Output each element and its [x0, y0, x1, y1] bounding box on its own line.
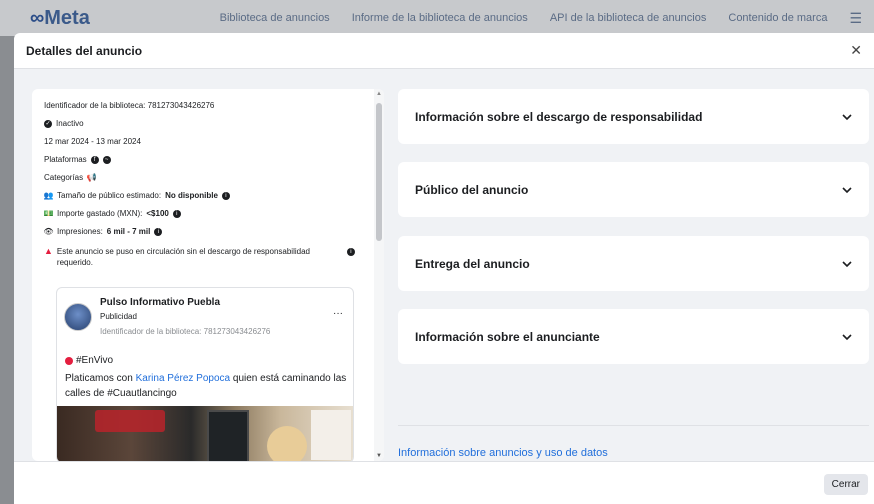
chevron-down-icon: [842, 113, 852, 120]
status-text: Inactivo: [56, 119, 84, 128]
money-icon: 💵: [43, 209, 54, 218]
status-line: ✓ Inactivo: [44, 119, 84, 128]
image-sign: [95, 410, 165, 432]
spend-label: Importe gastado (MXN):: [57, 209, 143, 218]
ads-data-use-link[interactable]: Información sobre anuncios y uso de dato…: [398, 447, 608, 459]
image-door: [207, 410, 249, 461]
spend-value: <$100: [146, 209, 169, 218]
ad-image[interactable]: [57, 406, 353, 461]
scroll-thumb[interactable]: [376, 103, 382, 241]
sponsored-label: Publicidad: [100, 312, 137, 321]
details-scrollbar[interactable]: ▲ ▼: [374, 89, 384, 461]
disclaimer-warning: ▲ Este anuncio se puso en circulación si…: [44, 246, 364, 268]
page-name[interactable]: Pulso Informativo Puebla: [100, 297, 220, 308]
megaphone-icon: 📢: [86, 173, 97, 182]
audience-label: Tamaño de público estimado:: [57, 191, 162, 200]
meta-logo[interactable]: ∞ Meta: [30, 7, 90, 30]
info-icon[interactable]: i: [172, 209, 181, 218]
library-id: Identificador de la biblioteca: 78127304…: [44, 101, 215, 110]
chevron-down-icon: [842, 186, 852, 193]
info-icon[interactable]: i: [346, 248, 355, 256]
modal-body: Identificador de la biblioteca: 78127304…: [14, 69, 874, 461]
close-button[interactable]: Cerrar: [823, 474, 868, 495]
image-menu-board: [311, 410, 351, 460]
accordion-delivery[interactable]: Entrega del anuncio: [398, 236, 869, 291]
accordion-title: Público del anuncio: [415, 182, 529, 197]
close-icon[interactable]: ✕: [850, 42, 862, 59]
impressions-value: 6 mil - 7 mil: [106, 227, 151, 236]
more-options-icon[interactable]: ···: [333, 308, 343, 319]
accordion-audience[interactable]: Público del anuncio: [398, 162, 869, 217]
impressions-line: 👁 Impresiones: 6 mil - 7 mil i: [43, 227, 163, 236]
ad-library-id: Identificador de la biblioteca: 78127304…: [100, 327, 271, 336]
live-tag: #EnVivo: [65, 355, 113, 366]
nav-link-ad-library-report[interactable]: Informe de la biblioteca de anuncios: [352, 12, 528, 24]
nav-link-branded-content[interactable]: Contenido de marca: [728, 12, 827, 24]
modal-header: Detalles del anuncio ✕: [14, 33, 874, 69]
info-icon[interactable]: i: [221, 191, 230, 200]
warning-text: Este anuncio se puso en circulación sin …: [56, 247, 310, 267]
audience-value: No disponible: [165, 191, 218, 200]
accordion-title: Entrega del anuncio: [415, 256, 530, 271]
modal-title: Detalles del anuncio: [26, 43, 143, 58]
section-divider: [398, 425, 869, 426]
platforms-line: Plataformas f ~: [44, 155, 111, 164]
live-dot-icon: [65, 356, 73, 365]
categories-label: Categorías: [44, 173, 84, 182]
image-object: [267, 426, 307, 461]
accordion-disclaimer[interactable]: Información sobre el descargo de respons…: [398, 89, 869, 144]
menu-icon[interactable]: ☰: [849, 10, 862, 27]
meta-infinity-icon: ∞: [30, 6, 44, 29]
ad-body-text: Platicamos con Karina Pérez Popoca quien…: [65, 373, 347, 399]
nav-links: Biblioteca de anuncios Informe de la bib…: [220, 10, 862, 27]
eye-icon: 👁: [43, 227, 54, 236]
chevron-down-icon: [842, 260, 852, 267]
accordion-title: Información sobre el anunciante: [415, 329, 600, 344]
nav-link-ad-library[interactable]: Biblioteca de anuncios: [220, 12, 330, 24]
modal-footer: Cerrar: [14, 461, 874, 504]
spend-line: 💵 Importe gastado (MXN): <$100 i: [44, 209, 181, 218]
platforms-label: Plataformas: [44, 155, 87, 164]
categories-line: Categorías 📢: [44, 173, 97, 182]
people-icon: 👥: [43, 191, 54, 200]
mention-link[interactable]: Karina Pérez Popoca: [136, 373, 231, 384]
page-avatar[interactable]: [64, 303, 92, 331]
scroll-down-icon[interactable]: ▼: [376, 453, 382, 459]
facebook-icon: f: [90, 155, 99, 164]
nav-link-ad-library-api[interactable]: API de la biblioteca de anuncios: [550, 12, 707, 24]
chevron-down-icon: [842, 333, 852, 340]
ad-details-card: Identificador de la biblioteca: 78127304…: [32, 89, 384, 461]
ad-preview: Pulso Informativo Puebla Publicidad Iden…: [56, 287, 354, 461]
top-navigation: ∞ Meta Biblioteca de anuncios Informe de…: [0, 0, 874, 36]
impressions-label: Impresiones:: [57, 227, 103, 236]
accordion-title: Información sobre el descargo de respons…: [415, 109, 703, 124]
scroll-up-icon[interactable]: ▲: [376, 91, 382, 97]
date-range: 12 mar 2024 - 13 mar 2024: [44, 137, 141, 146]
audience-line: 👥 Tamaño de público estimado: No disponi…: [44, 191, 230, 200]
messenger-icon: ~: [102, 155, 111, 164]
info-icon[interactable]: i: [154, 227, 163, 236]
ad-details-modal: Detalles del anuncio ✕ Identificador de …: [14, 33, 874, 504]
meta-logo-text: Meta: [44, 6, 90, 29]
warning-icon: ▲: [44, 246, 53, 256]
accordion-advertiser[interactable]: Información sobre el anunciante: [398, 309, 869, 364]
inactive-status-icon: ✓: [44, 119, 52, 128]
